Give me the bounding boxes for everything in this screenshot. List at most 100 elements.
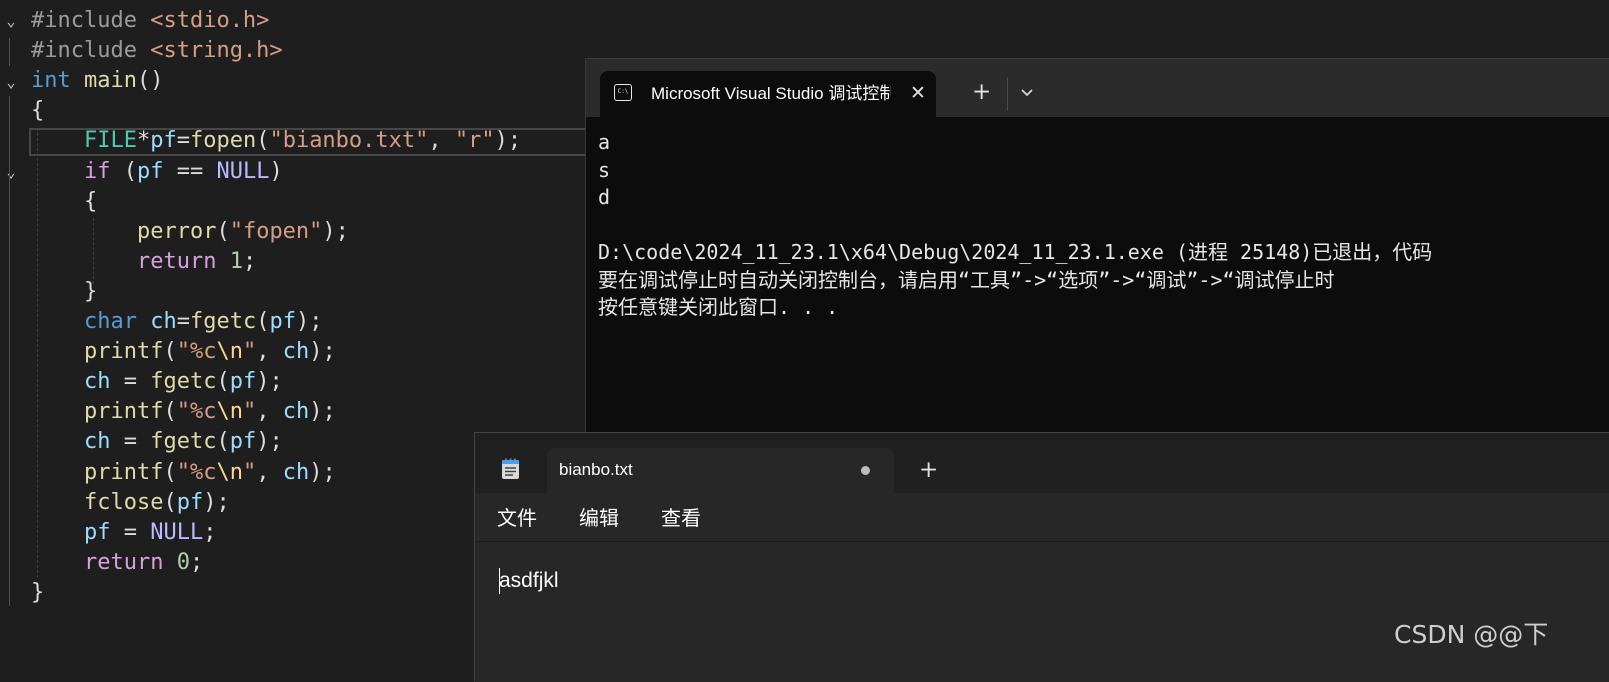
code-token: \n — [216, 399, 243, 425]
code-token: fopen — [189, 128, 257, 154]
notepad-text-area[interactable]: asdfjkl — [475, 541, 1609, 682]
code-line: printf("%c\n", ch); — [31, 458, 336, 488]
new-tab-button[interactable]: + — [972, 77, 991, 107]
code-token: char — [83, 309, 137, 334]
console-output-line: D:\code\2024_11_23.1\x64\Debug\2024_11_2… — [598, 240, 1433, 264]
code-token: #include — [31, 38, 151, 64]
notepad-menubar: 文件 编辑 查看 — [475, 493, 1609, 541]
console-tab[interactable]: C:\ Microsoft Visual Studio 调试控制台 ✕ — [600, 71, 936, 117]
code-token: ( — [216, 218, 230, 244]
code-token: ); — [309, 459, 336, 485]
code-token: ( — [163, 459, 177, 485]
code-token: } — [31, 579, 45, 605]
notepad-content[interactable]: asdfjkl — [499, 566, 559, 596]
code-token: ch — [282, 399, 310, 425]
code-token: () — [136, 68, 164, 94]
unsaved-indicator-icon[interactable] — [861, 466, 870, 475]
fold-chevron-icon[interactable]: ⌄ — [2, 10, 20, 32]
code-line: { — [31, 187, 97, 217]
code-token: " — [242, 339, 257, 365]
code-token: ); — [309, 399, 336, 425]
code-token: main — [84, 68, 137, 94]
code-token: FILE — [83, 128, 137, 154]
code-line: return 0; — [31, 548, 203, 578]
code-token: * — [136, 128, 151, 154]
code-token: " — [242, 399, 257, 425]
code-token: \n — [216, 459, 243, 485]
code-token: ( — [256, 128, 270, 154]
code-line: ch = fgetc(pf); — [31, 427, 283, 457]
code-token: ( — [163, 339, 177, 365]
code-token: = — [110, 429, 151, 455]
code-token: ); — [494, 128, 522, 154]
menu-edit[interactable]: 编辑 — [579, 503, 619, 533]
code-token: ch — [83, 369, 111, 395]
code-token: ; — [189, 549, 204, 575]
notepad-titlebar[interactable]: bianbo.txt + — [475, 433, 1609, 493]
notepad-tab-title: bianbo.txt — [559, 460, 633, 479]
code-line: } — [31, 277, 97, 307]
code-token: ( — [216, 369, 230, 395]
console-output-line: 要在调试停止时自动关闭控制台，请启用“工具”->“选项”->“调试”->“调试停… — [598, 267, 1335, 292]
notepad-tab[interactable]: bianbo.txt — [547, 448, 894, 493]
code-token: 1 — [229, 248, 243, 274]
text-caret — [499, 568, 500, 594]
code-line: } — [31, 578, 44, 608]
code-token: <string.h> — [150, 38, 283, 64]
code-line: char ch=fgetc(pf); — [31, 307, 322, 337]
code-token: "r" — [454, 128, 495, 154]
code-token: , — [256, 399, 283, 425]
fold-chevron-icon[interactable]: ⌄ — [2, 161, 20, 183]
code-token: "bianbo.txt" — [269, 128, 429, 154]
new-tab-button[interactable]: + — [919, 455, 938, 485]
code-token: pf — [229, 369, 257, 395]
console-output-line: 按任意键关闭此窗口. . . — [598, 295, 839, 319]
console-tab-title: Microsoft Visual Studio 调试控制台 — [651, 84, 891, 103]
console-titlebar[interactable]: C:\ Microsoft Visual Studio 调试控制台 ✕ + — [586, 59, 1609, 117]
code-token: fclose — [83, 489, 164, 515]
code-token: ( — [163, 399, 177, 425]
code-token: perror — [136, 218, 217, 244]
console-app-icon: C:\ — [614, 84, 632, 101]
code-token: int — [31, 68, 71, 94]
code-token: "%c — [176, 339, 217, 365]
chevron-down-icon[interactable] — [1018, 85, 1036, 101]
fold-chevron-icon[interactable]: ⌄ — [2, 71, 20, 93]
code-token: ( — [256, 309, 270, 334]
code-token: ); — [322, 218, 349, 244]
code-token: ch — [282, 459, 310, 485]
code-token: ); — [256, 429, 283, 455]
code-token: ( — [216, 429, 230, 455]
code-line: return 1; — [31, 247, 256, 277]
code-token: printf — [83, 339, 164, 365]
fold-guide — [9, 38, 10, 66]
code-line: int main() — [31, 66, 163, 96]
menu-view[interactable]: 查看 — [661, 503, 701, 533]
notepad-icon — [502, 458, 519, 479]
code-token: { — [31, 98, 45, 124]
code-token: ); — [256, 369, 283, 395]
code-token: fgetc — [150, 369, 217, 395]
close-tab-icon[interactable]: ✕ — [910, 80, 926, 106]
code-line: { — [31, 96, 44, 126]
code-token: return — [83, 549, 164, 575]
code-token: { — [31, 188, 98, 214]
code-token: , — [428, 128, 455, 154]
code-token: } — [31, 278, 98, 304]
code-token: ) — [269, 158, 283, 184]
code-token: , — [256, 339, 283, 365]
code-token: " — [242, 459, 257, 485]
menu-file[interactable]: 文件 — [497, 503, 537, 533]
code-token: ); — [203, 489, 230, 515]
code-token: ch — [150, 309, 177, 334]
code-line: perror("fopen"); — [31, 217, 349, 247]
